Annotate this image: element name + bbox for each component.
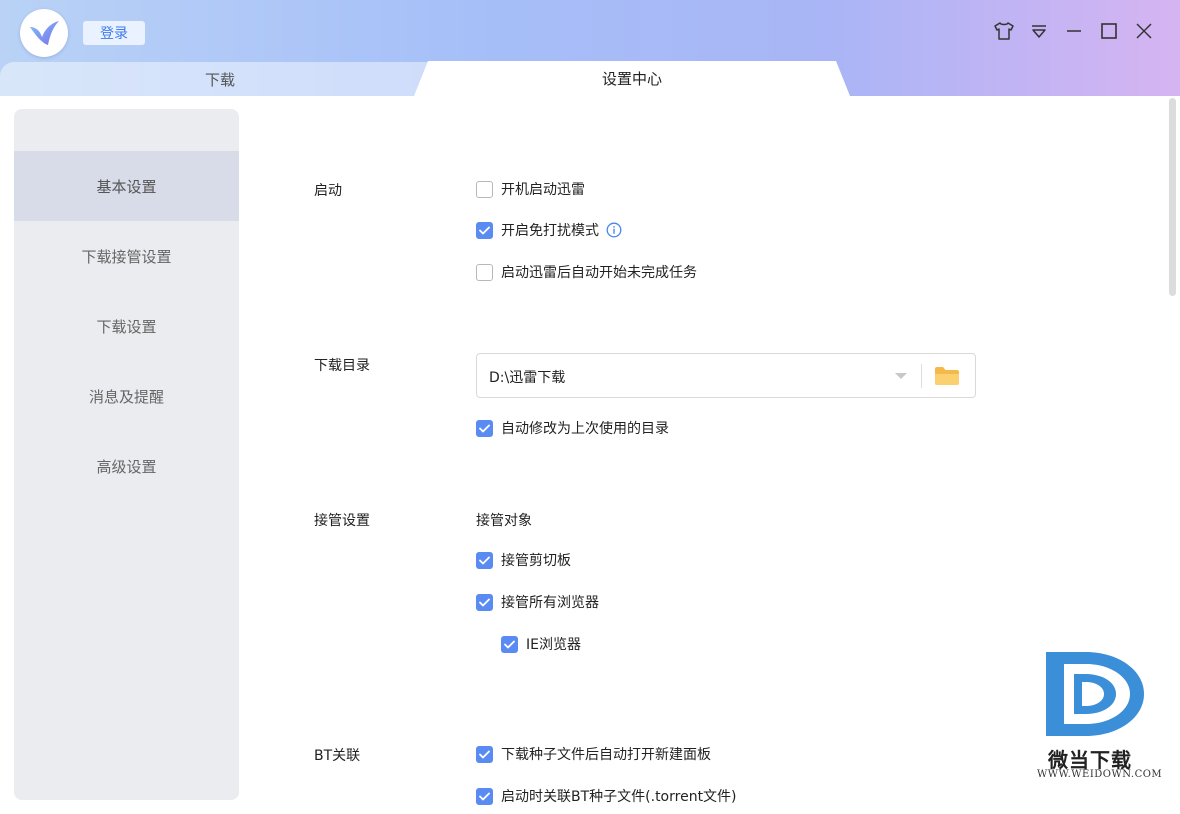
minimize-icon: [1067, 30, 1081, 32]
sidebar-item-label: 消息及提醒: [88, 387, 164, 406]
settings-sidebar: 基本设置 下载接管设置 下载设置 消息及提醒 高级设置: [14, 109, 239, 800]
vertical-scrollbar[interactable]: [1167, 96, 1180, 814]
checkmark-icon: [479, 792, 490, 800]
option-label: 开启免打扰模式: [501, 223, 599, 239]
sidebar-item-label: 下载接管设置: [81, 247, 172, 266]
tab-download-label: 下载: [204, 70, 235, 89]
folder-icon[interactable]: [933, 364, 961, 388]
checkbox[interactable]: [476, 551, 493, 569]
checkmark-icon: [479, 424, 490, 432]
takeover-sub-heading: 接管对象: [476, 513, 532, 529]
menu-button[interactable]: [1026, 18, 1052, 44]
login-button[interactable]: 登录: [83, 21, 145, 45]
info-icon[interactable]: [606, 222, 622, 238]
watermark-url: WWW.WEIDOWN.COM: [1037, 769, 1163, 780]
section-label-takeover: 接管设置: [314, 513, 370, 529]
option-autostart[interactable]: 开机启动迅雷: [476, 179, 585, 199]
minimize-button[interactable]: [1061, 18, 1087, 44]
option-label: 接管所有浏览器: [501, 595, 599, 611]
checkbox[interactable]: [501, 635, 518, 653]
close-icon: [1136, 23, 1152, 39]
option-bt-associate-torrent[interactable]: 启动时关联BT种子文件(.torrent文件): [476, 786, 737, 806]
checkmark-icon: [479, 598, 490, 606]
option-label: 开机启动迅雷: [501, 182, 585, 198]
checkbox[interactable]: [476, 745, 493, 763]
checkmark-icon: [504, 640, 515, 648]
checkbox[interactable]: [476, 263, 493, 281]
sidebar-item-takeover[interactable]: 下载接管设置: [14, 221, 239, 291]
weidown-logo-icon: [1046, 652, 1144, 736]
section-label-bt: BT关联: [314, 748, 361, 764]
sidebar-item-notifications[interactable]: 消息及提醒: [14, 361, 239, 431]
divider: [921, 364, 922, 388]
checkbox[interactable]: [476, 180, 493, 198]
option-takeover-all-browsers[interactable]: 接管所有浏览器: [476, 592, 599, 612]
checkbox[interactable]: [476, 419, 493, 437]
tab-download[interactable]: 下载: [0, 62, 440, 96]
option-label: IE浏览器: [526, 637, 581, 653]
checkbox[interactable]: [476, 221, 493, 239]
option-takeover-ie[interactable]: IE浏览器: [501, 634, 581, 654]
tab-settings-label: 设置中心: [601, 70, 662, 88]
dropdown-arrow-icon[interactable]: [892, 368, 910, 384]
download-dir-select[interactable]: D:\迅雷下载: [476, 353, 976, 398]
maximize-button[interactable]: [1096, 18, 1122, 44]
sidebar-item-advanced[interactable]: 高级设置: [14, 431, 239, 501]
checkmark-icon: [479, 226, 490, 234]
option-label: 自动修改为上次使用的目录: [501, 421, 669, 437]
scrollbar-thumb[interactable]: [1169, 98, 1176, 296]
bird-logo-icon: [30, 21, 59, 45]
dropdown-menu-icon: [1032, 25, 1046, 38]
maximize-icon: [1101, 23, 1117, 39]
option-do-not-disturb[interactable]: 开启免打扰模式: [476, 220, 622, 240]
option-takeover-clipboard[interactable]: 接管剪切板: [476, 550, 571, 570]
sidebar-item-label: 下载设置: [96, 317, 157, 336]
close-button[interactable]: [1131, 18, 1157, 44]
option-bt-auto-open-panel[interactable]: 下载种子文件后自动打开新建面板: [476, 744, 711, 764]
option-label: 接管剪切板: [501, 553, 571, 569]
sidebar-item-label: 基本设置: [96, 177, 157, 196]
section-label-startup: 启动: [314, 183, 342, 199]
tab-settings[interactable]: 设置中心: [414, 61, 850, 96]
checkbox[interactable]: [476, 593, 493, 611]
sidebar-item-basic[interactable]: 基本设置: [14, 151, 239, 221]
sidebar-item-label: 高级设置: [96, 457, 157, 476]
option-auto-resume[interactable]: 启动迅雷后自动开始未完成任务: [476, 262, 697, 282]
section-label-download-dir: 下载目录: [314, 358, 370, 374]
option-label: 启动迅雷后自动开始未完成任务: [501, 265, 697, 281]
option-label: 启动时关联BT种子文件(.torrent文件): [501, 789, 737, 805]
checkmark-icon: [479, 556, 490, 564]
option-remember-last-dir[interactable]: 自动修改为上次使用的目录: [476, 418, 669, 438]
checkbox[interactable]: [476, 787, 493, 805]
sidebar-item-download[interactable]: 下载设置: [14, 291, 239, 361]
skin-button[interactable]: [991, 18, 1017, 44]
watermark: 微当下载 WWW.WEIDOWN.COM: [1034, 648, 1162, 786]
checkmark-icon: [479, 750, 490, 758]
title-bar: 登录 下载 设置中心: [0, 0, 1180, 96]
shirt-icon: [994, 22, 1014, 40]
download-dir-value: D:\迅雷下载: [489, 370, 566, 386]
option-label: 下载种子文件后自动打开新建面板: [501, 747, 711, 763]
app-logo[interactable]: [20, 9, 68, 57]
